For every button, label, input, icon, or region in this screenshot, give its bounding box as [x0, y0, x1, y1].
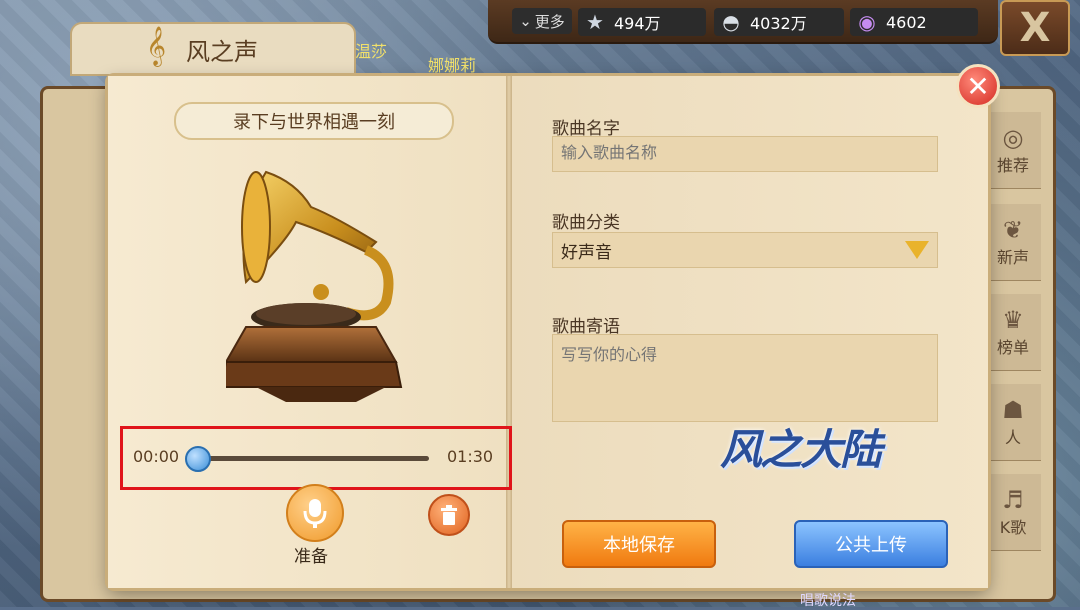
- record-mic-button[interactable]: [286, 484, 344, 542]
- recording-progress: 00:00 01:30: [120, 426, 512, 490]
- upload-public-button[interactable]: 公共上传: [794, 520, 948, 568]
- close-panel-button[interactable]: X: [1000, 0, 1070, 56]
- mic-label: 准备: [294, 547, 328, 567]
- microphone-icon: [303, 499, 327, 528]
- category-label: 歌曲分类: [552, 213, 620, 233]
- side-tab-new[interactable]: ❦ 新声: [985, 204, 1041, 281]
- player-name: 娜娜莉: [428, 56, 477, 75]
- message-input[interactable]: [552, 334, 938, 422]
- more-button[interactable]: ⌄ 更多: [512, 8, 572, 34]
- side-tab-label: 榜单: [996, 338, 1029, 357]
- book-spine: [506, 76, 512, 588]
- shell-icon: ◓: [722, 10, 740, 34]
- category-select[interactable]: 好声音: [552, 232, 938, 268]
- side-tab-label: 新声: [996, 248, 1029, 267]
- player-name: 温莎: [355, 42, 388, 61]
- close-dialog-button[interactable]: ✕: [956, 64, 1000, 108]
- star-icon: ★: [586, 10, 604, 34]
- tab-title: 风之声: [186, 38, 258, 66]
- resource-value: 4032万: [750, 14, 807, 33]
- progress-slider-handle[interactable]: [185, 446, 211, 472]
- resource-value: 4602: [886, 12, 927, 32]
- save-local-button[interactable]: 本地保存: [562, 520, 716, 568]
- side-tab-people[interactable]: ☗ 人: [985, 384, 1041, 461]
- delete-recording-button[interactable]: [428, 494, 470, 536]
- side-tab-karaoke[interactable]: ♬ K歌: [985, 474, 1041, 551]
- person-icon: ☗: [1002, 396, 1024, 424]
- side-tab-label: 人: [1004, 428, 1021, 447]
- chevron-down-icon: ⌄: [519, 12, 532, 30]
- progress-track[interactable]: [193, 456, 429, 461]
- resource-shell: ◓ 4032万: [714, 8, 844, 36]
- gramophone-icon: [226, 170, 403, 402]
- end-time: 01:30: [447, 447, 494, 466]
- treble-clef-icon: 𝄞: [146, 26, 167, 66]
- trash-icon: [441, 505, 457, 525]
- category-value: 好声音: [561, 242, 612, 263]
- crown-icon: ♛: [1002, 306, 1024, 334]
- resource-star: ★ 494万: [578, 8, 706, 36]
- side-tab-rank[interactable]: ♛ 榜单: [985, 294, 1041, 371]
- more-label: 更多: [534, 12, 565, 31]
- record-dialog: 录下与世界相遇一刻 00:00 01:30 准备 歌曲名字 输入歌曲名称 歌曲分…: [108, 76, 988, 588]
- pearl-icon: ◉: [858, 10, 876, 34]
- resource-pearl: ◉ 4602: [850, 8, 978, 36]
- side-tab-list: ◎ 推荐 ❦ 新声 ♛ 榜单 ☗ 人 ♬ K歌: [985, 112, 1041, 582]
- disc-icon: ◎: [1002, 124, 1024, 152]
- start-time: 00:00: [133, 447, 180, 466]
- bottom-label: 唱歌说法: [800, 593, 856, 609]
- resource-value: 494万: [614, 14, 661, 33]
- side-tab-recommend[interactable]: ◎ 推荐: [985, 112, 1041, 189]
- song-name-input[interactable]: [552, 136, 938, 172]
- chili-icon: ❦: [1002, 216, 1024, 244]
- record-banner: 录下与世界相遇一刻: [174, 102, 454, 140]
- close-icon: X: [1019, 5, 1051, 51]
- side-tab-label: K歌: [999, 518, 1027, 537]
- guitar-icon: ♬: [1002, 486, 1024, 514]
- dropdown-arrow-icon: [905, 241, 929, 259]
- close-icon: ✕: [966, 69, 990, 103]
- game-logo: 风之大陆: [720, 425, 882, 474]
- side-tab-label: 推荐: [996, 156, 1029, 175]
